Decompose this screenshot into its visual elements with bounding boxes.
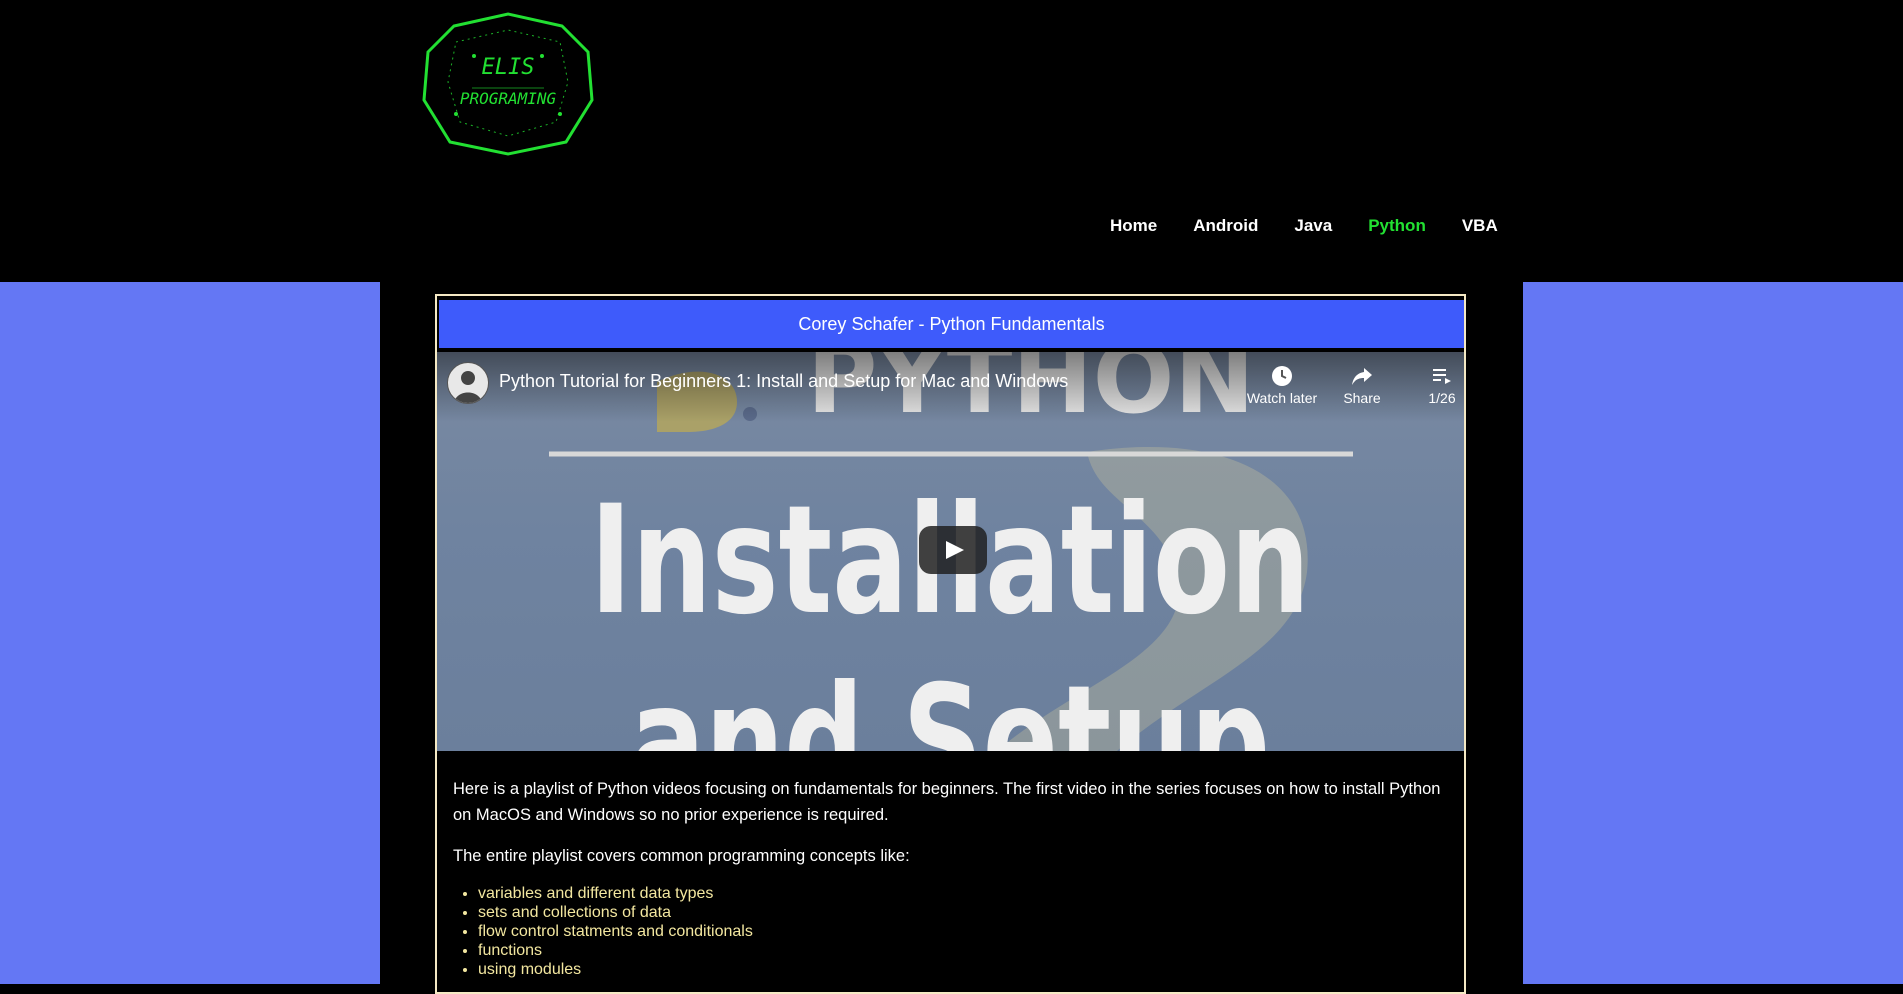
list-item: sets and collections of data bbox=[478, 903, 753, 922]
watch-later-button[interactable]: Watch later bbox=[1237, 364, 1327, 406]
thumbnail-line2: and Setup bbox=[630, 654, 1270, 751]
nav-python[interactable]: Python bbox=[1368, 213, 1426, 243]
share-icon bbox=[1317, 364, 1407, 388]
nav-java[interactable]: Java bbox=[1294, 213, 1332, 243]
logo-line2: PROGRAMING bbox=[460, 89, 557, 108]
list-item: flow control statments and conditionals bbox=[478, 922, 753, 941]
playlist-button[interactable]: 1/26 bbox=[1397, 364, 1464, 406]
left-side-panel bbox=[0, 282, 380, 984]
nav-vba[interactable]: VBA bbox=[1462, 213, 1498, 243]
share-button[interactable]: Share bbox=[1317, 364, 1407, 406]
watch-later-label: Watch later bbox=[1246, 390, 1318, 406]
description-paragraph-1: Here is a playlist of Python videos focu… bbox=[453, 780, 1441, 824]
playlist-icon bbox=[1397, 364, 1464, 388]
list-item: functions bbox=[478, 941, 753, 960]
play-icon bbox=[946, 541, 964, 559]
clock-icon bbox=[1237, 364, 1327, 388]
card-title: Corey Schafer - Python Fundamentals bbox=[439, 300, 1464, 348]
description: Here is a playlist of Python videos focu… bbox=[453, 776, 1453, 884]
channel-avatar[interactable] bbox=[447, 362, 489, 404]
concepts-list: variables and different data types sets … bbox=[453, 884, 753, 979]
list-item: variables and different data types bbox=[478, 884, 753, 903]
site-logo[interactable]: ELIS PROGRAMING bbox=[416, 12, 600, 158]
video-player[interactable]: PYTHON Installation and Setup Python Tut… bbox=[437, 352, 1464, 751]
description-paragraph-2: The entire playlist covers common progra… bbox=[453, 847, 910, 865]
site-header: ELIS PROGRAMING Home Android Java Python… bbox=[0, 0, 1903, 282]
video-title[interactable]: Python Tutorial for Beginners 1: Install… bbox=[499, 371, 1068, 392]
main-nav: Home Android Java Python VBA bbox=[1092, 213, 1516, 243]
playlist-position: 1/26 bbox=[1428, 390, 1456, 406]
nav-android[interactable]: Android bbox=[1193, 213, 1258, 243]
share-label: Share bbox=[1343, 390, 1381, 406]
play-button[interactable] bbox=[919, 526, 987, 574]
logo-line1: ELIS bbox=[482, 55, 535, 80]
list-item: using modules bbox=[478, 960, 753, 979]
nav-home[interactable]: Home bbox=[1110, 213, 1157, 243]
playlist-card: Corey Schafer - Python Fundamentals PYTH… bbox=[435, 294, 1466, 994]
right-side-panel bbox=[1523, 282, 1903, 984]
